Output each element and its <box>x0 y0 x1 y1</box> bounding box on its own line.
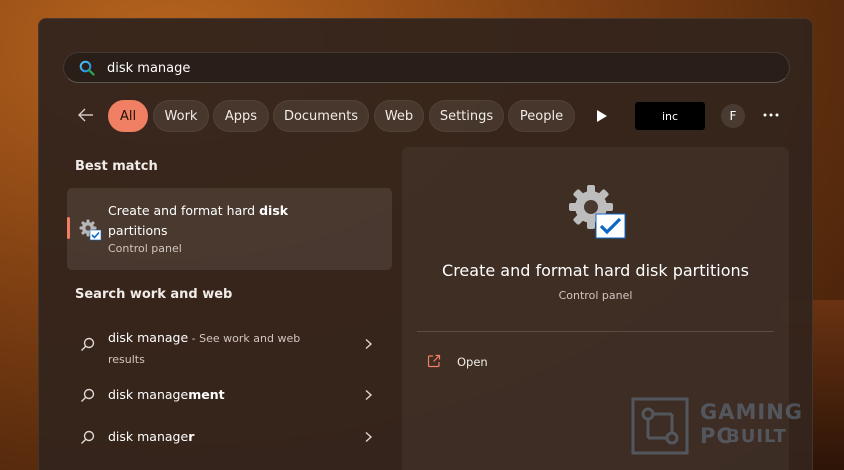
preview-subtitle: Control panel <box>558 289 633 302</box>
open-external-icon <box>427 354 441 368</box>
watermark-logo: GAMING PC BUILT <box>630 396 830 456</box>
search-icon <box>81 337 95 351</box>
filter-chip-people[interactable]: People <box>508 100 575 132</box>
search-web-heading: Search work and web <box>75 287 233 302</box>
chevron-right-icon <box>365 338 373 350</box>
selection-indicator <box>67 217 70 239</box>
divider <box>417 331 774 332</box>
more-options-button[interactable] <box>761 105 781 127</box>
filter-chip-settings[interactable]: Settings <box>429 100 504 132</box>
search-icon <box>79 60 95 76</box>
open-action[interactable]: Open <box>427 353 627 373</box>
web-suggestion-text: disk manage - See work and web results <box>108 330 301 366</box>
filter-bar: All Work Apps Documents Web Settings Peo… <box>39 99 814 133</box>
filter-chip-all[interactable]: All <box>108 100 148 132</box>
filter-chip-web[interactable]: Web <box>374 100 424 132</box>
play-icon[interactable] <box>594 107 610 125</box>
web-suggestion-text: disk management <box>108 387 225 402</box>
web-suggestion[interactable]: disk manage - See work and web results <box>67 319 392 367</box>
search-icon <box>81 388 95 402</box>
search-bar[interactable] <box>63 52 790 83</box>
open-label: Open <box>457 355 488 369</box>
filter-chip-work[interactable]: Work <box>153 100 209 132</box>
filter-chip-apps[interactable]: Apps <box>213 100 269 132</box>
circuit-logo-icon <box>631 397 689 455</box>
avatar[interactable]: F <box>721 104 745 128</box>
chevron-right-icon <box>365 431 373 443</box>
search-icon <box>81 430 95 444</box>
preview-title: Create and format hard disk partitions <box>442 261 749 280</box>
back-button[interactable] <box>76 106 96 126</box>
arrow-left-icon <box>78 108 93 122</box>
settings-gear-check-icon <box>569 185 626 239</box>
search-input[interactable] <box>107 58 747 78</box>
best-match-subtitle: Control panel <box>108 242 182 255</box>
best-match-heading: Best match <box>75 159 158 174</box>
filter-chip-documents[interactable]: Documents <box>273 100 369 132</box>
settings-gear-check-icon <box>79 219 102 241</box>
chevron-right-icon <box>365 389 373 401</box>
ellipsis-icon <box>763 113 779 117</box>
web-suggestion-text: disk manager <box>108 429 195 444</box>
web-suggestion[interactable]: disk management <box>67 375 392 415</box>
web-suggestion[interactable]: disk manager <box>67 417 392 457</box>
watermark-text: BUILT <box>726 426 787 447</box>
best-match-title: Create and format hard disk partitions <box>108 203 289 238</box>
best-match-result[interactable]: Create and format hard disk partitions Co… <box>67 188 392 270</box>
inc-box[interactable]: inc <box>635 102 705 130</box>
